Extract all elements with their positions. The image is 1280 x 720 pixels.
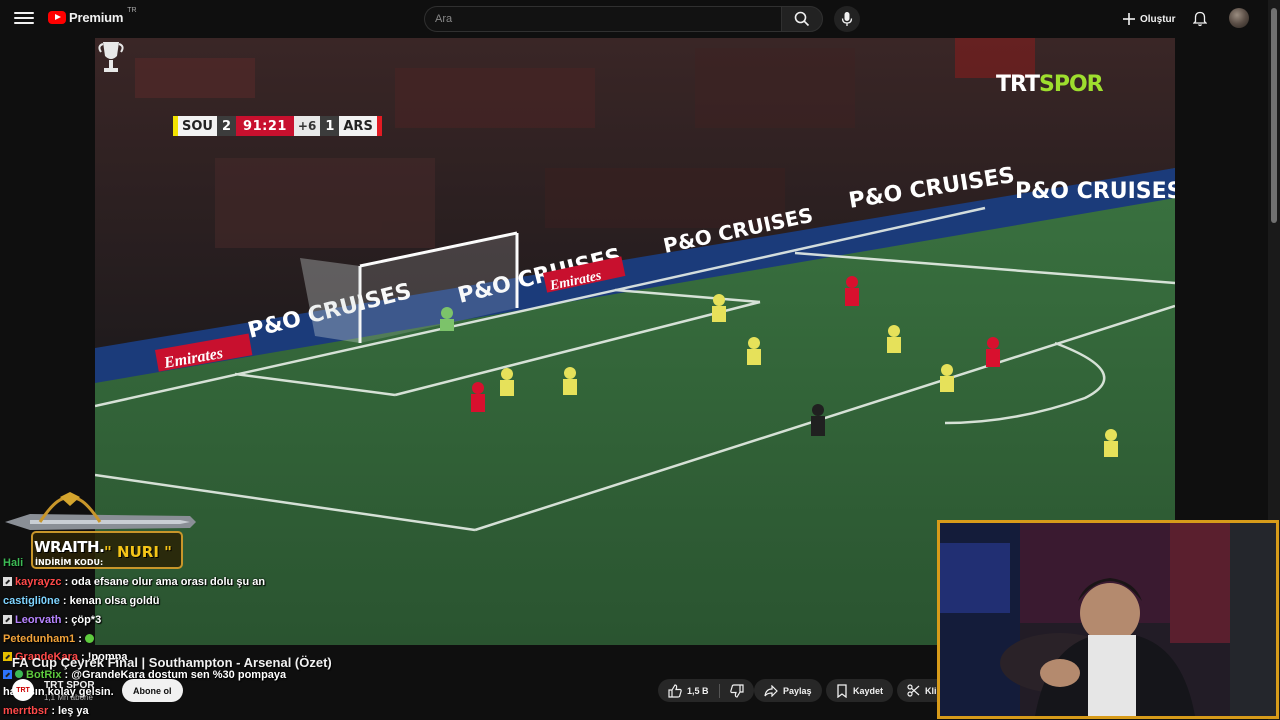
create-label: Oluştur (1140, 13, 1176, 25)
channel-name[interactable]: TRT SPOR (44, 680, 95, 691)
share-button[interactable]: Paylaş (754, 679, 822, 702)
chat-text: : çöp*3 (64, 614, 102, 626)
chat-username[interactable]: castigli0ne (3, 595, 60, 607)
broadcaster-logo-part: SPOR (1038, 72, 1104, 97)
chat-message: castigli0ne : kenan olsa goldü (3, 595, 160, 607)
chat-username[interactable]: Petedunham1 (3, 633, 75, 645)
chat-message: Leorvath : çöp*3 (3, 614, 101, 626)
search-button[interactable] (781, 6, 823, 32)
youtube-logo[interactable]: Premium TR (48, 7, 137, 25)
channel-avatar[interactable]: TRT (12, 679, 34, 701)
added-time: +6 (293, 116, 321, 136)
notifications-button[interactable] (1189, 8, 1211, 30)
microphone-icon (841, 12, 853, 26)
logo-text: Premium (69, 10, 124, 25)
webcam-scene (940, 523, 1276, 716)
clip-label: Kli (925, 685, 937, 696)
chat-username[interactable]: kayrayzc (15, 576, 62, 588)
home-score: 2 (216, 116, 237, 136)
search-input[interactable] (425, 7, 782, 31)
away-color-stripe (376, 116, 382, 136)
search-box (424, 6, 782, 32)
scorebug: SOU 2 91:21 +6 1 ARS (173, 116, 382, 136)
chat-text: : oda efsane olur ama orası dolu şu an (64, 576, 266, 588)
voice-search-button[interactable] (834, 6, 860, 32)
chat-text: : (78, 633, 82, 645)
away-team: ARS (339, 116, 377, 136)
broadcaster-logo-part: TRT (996, 72, 1040, 97)
ad-board-text: P&O CRUISES (1015, 179, 1175, 204)
bot-badge-icon (3, 670, 12, 679)
bookmark-icon (837, 683, 847, 698)
moderator-badge-icon (15, 670, 23, 678)
search-icon (794, 11, 810, 27)
share-icon (764, 684, 778, 697)
broadcaster-logo: TRTSPOR (996, 72, 1104, 97)
chat-message: kayrayzc : oda efsane olur ama orası dol… (3, 576, 265, 588)
like-count: 1,5 B (687, 685, 709, 696)
account-avatar[interactable] (1229, 8, 1249, 28)
save-button[interactable]: Kaydet (826, 679, 894, 702)
match-clock: 91:21 (236, 116, 294, 136)
sponsor-code-label: İNDİRİM KODU: (35, 558, 104, 567)
emote-icon (84, 634, 94, 643)
youtube-play-icon (48, 11, 66, 24)
scrollbar-thumb[interactable] (1271, 8, 1277, 223)
subscribe-button[interactable]: Abone ol (122, 679, 183, 702)
dislike-button[interactable] (720, 679, 754, 702)
chat-username[interactable]: Leorvath (15, 614, 61, 626)
like-button[interactable]: 1,5 B (658, 679, 719, 702)
logo-region: TR (127, 7, 137, 14)
thumbs-up-icon (668, 683, 682, 698)
subscriber-count: 1,1 Mn abone (44, 693, 93, 702)
chat-message: merrtbsr : leş ya (3, 705, 89, 717)
chat-message: Hali (3, 557, 23, 569)
like-dislike-group: 1,5 B (658, 679, 754, 702)
top-bar: Premium TR Oluştur (0, 0, 1280, 38)
verified-badge-icon (3, 615, 12, 624)
chat-message: Petedunham1 : (3, 633, 94, 645)
clip-button[interactable]: Kli (897, 679, 937, 702)
create-button[interactable]: Oluştur (1116, 7, 1182, 31)
fa-cup-icon (98, 42, 124, 72)
sponsor-code: " NURI " (104, 543, 172, 561)
bell-icon (1193, 11, 1207, 27)
video-title: FA Cup Çeyrek Final | Southampton - Arse… (12, 655, 332, 670)
menu-icon[interactable] (14, 9, 34, 29)
chat-username[interactable]: Hali (3, 557, 23, 569)
plus-icon (1123, 13, 1135, 25)
scissors-icon (907, 684, 920, 697)
subscriber-badge-icon (3, 652, 12, 661)
chat-text: : kenan olsa goldü (62, 595, 160, 607)
chat-username[interactable]: merrtbsr (3, 705, 48, 717)
home-team: SOU (178, 116, 217, 136)
away-score: 1 (320, 116, 340, 136)
chat-text: : leş ya (51, 705, 89, 717)
verified-badge-icon (3, 577, 12, 586)
sponsor-title: WRAITH. (34, 538, 105, 556)
save-label: Kaydet (853, 685, 884, 696)
share-label: Paylaş (783, 685, 812, 696)
streamer-webcam (937, 520, 1279, 719)
thumbs-down-icon (729, 683, 744, 698)
